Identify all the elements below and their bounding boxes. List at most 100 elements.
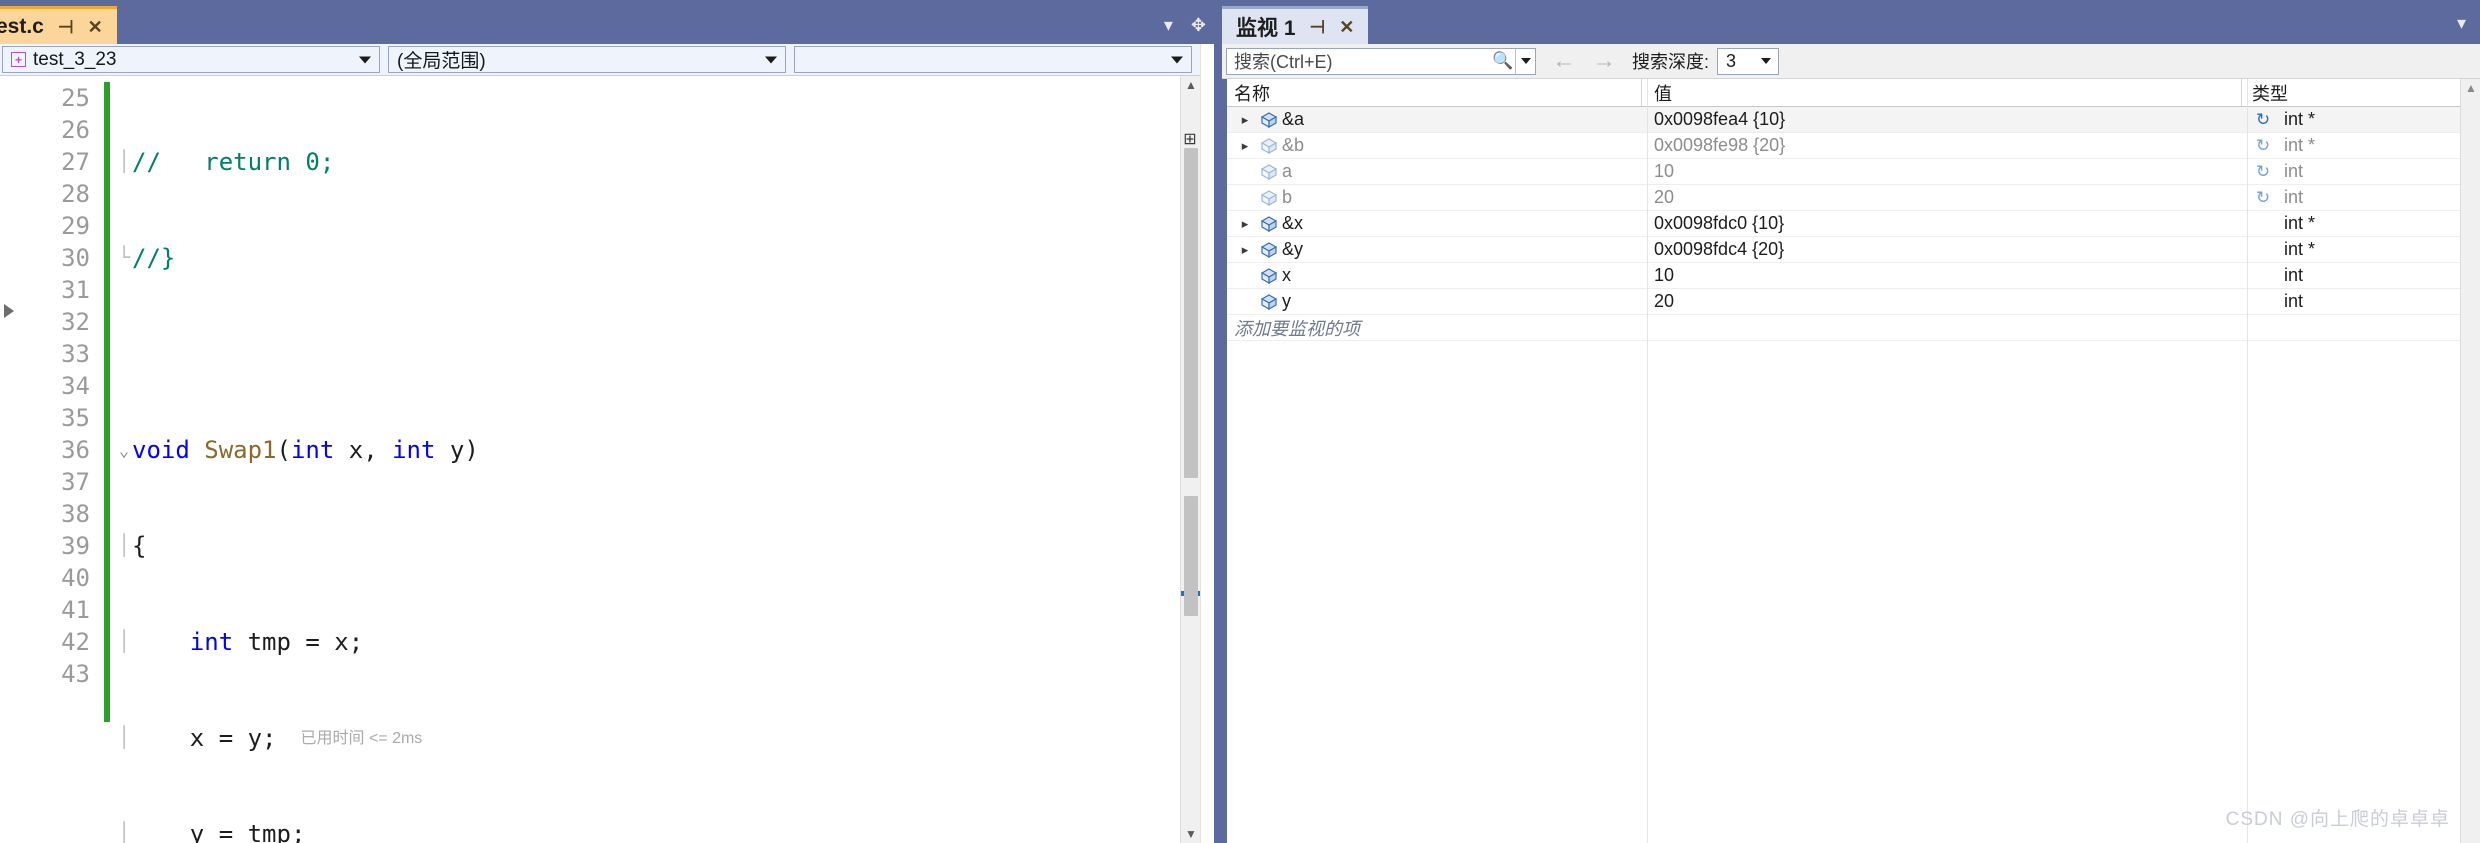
editor-split-handle-icon[interactable]: ⊞ xyxy=(1180,128,1200,150)
pin-icon[interactable]: ⊣ xyxy=(58,18,74,36)
add-watch-row[interactable]: 添加要监视的项 xyxy=(1222,315,2480,341)
watch-tabstrip-controls: ▾ xyxy=(2457,13,2480,44)
variable-name: &y xyxy=(1282,239,1304,259)
chevron-down-icon[interactable]: ▾ xyxy=(1164,16,1173,34)
variable-name: y xyxy=(1282,291,1291,311)
close-icon[interactable]: ✕ xyxy=(88,18,103,36)
column-header-value[interactable]: 值 xyxy=(1654,80,1672,106)
scroll-down-icon[interactable]: ▼ xyxy=(1181,825,1201,843)
editor-vertical-scrollbar[interactable]: ▲ ▼ xyxy=(1180,76,1201,843)
glyph-margin[interactable] xyxy=(0,76,28,843)
column-header-type[interactable]: 类型 xyxy=(2252,80,2288,106)
navbar-member-dropdown[interactable] xyxy=(794,46,1192,73)
table-row[interactable]: a 10 ↻ int xyxy=(1222,159,2480,185)
search-icon[interactable]: 🔍 xyxy=(1491,51,1515,71)
scrollbar-thumb[interactable] xyxy=(1184,148,1198,478)
watch-vertical-scrollbar[interactable]: ▲ xyxy=(2460,79,2480,843)
pane-separator[interactable] xyxy=(1214,0,1222,843)
code-line[interactable]: └//} xyxy=(116,242,1222,274)
code-line[interactable]: │// return 0; xyxy=(116,146,1222,178)
column-header-name[interactable]: 名称 xyxy=(1234,80,1270,106)
scrollbar-thumb-lower[interactable] xyxy=(1184,496,1198,616)
line-number: 42 xyxy=(61,628,90,656)
variable-name: b xyxy=(1282,187,1293,207)
variable-type: int * xyxy=(2284,239,2316,259)
variable-value[interactable]: 0x0098fdc4 {20} xyxy=(1654,239,1784,260)
line-number: 33 xyxy=(61,340,90,368)
search-options-dropdown[interactable] xyxy=(1515,48,1535,74)
fold-toggle-icon[interactable]: ⌄ xyxy=(116,435,132,467)
variable-icon xyxy=(1256,267,1282,284)
variable-icon xyxy=(1256,163,1282,180)
table-row[interactable]: ▸ &y 0x0098fdc4 {20} int * xyxy=(1222,237,2480,263)
gear-icon[interactable]: ✥ xyxy=(1191,16,1206,34)
navbar-project-dropdown[interactable]: + test_3_23 xyxy=(2,46,380,73)
chevron-down-icon xyxy=(1761,58,1772,64)
code-line[interactable] xyxy=(116,338,1222,370)
watch-tabstrip: 监视 1 ⊣ ✕ ▾ xyxy=(1222,0,2480,44)
line-number: 39 xyxy=(61,532,90,560)
table-row[interactable]: ▸ &b 0x0098fe98 {20} ↻ int * xyxy=(1222,133,2480,159)
search-input[interactable]: 搜索(Ctrl+E) 🔍 xyxy=(1226,47,1536,75)
current-statement-arrow-icon xyxy=(4,304,14,318)
close-icon[interactable]: ✕ xyxy=(1339,18,1354,36)
arrow-right-icon[interactable]: → xyxy=(1592,47,1616,75)
variable-value[interactable]: 0x0098fdc0 {10} xyxy=(1654,213,1784,234)
line-number: 28 xyxy=(61,180,90,208)
variable-value[interactable]: 20 xyxy=(1654,291,1674,312)
pin-icon[interactable]: ⊣ xyxy=(1310,18,1326,36)
scroll-up-icon[interactable]: ▲ xyxy=(1181,76,1201,94)
expand-toggle-icon[interactable]: ▸ xyxy=(1234,242,1256,258)
variable-value[interactable]: 0x0098fea4 {10} xyxy=(1654,109,1785,130)
scroll-up-icon[interactable]: ▲ xyxy=(2461,79,2480,97)
editor-tabstrip: est.c ⊣ ✕ ▾ ✥ xyxy=(0,0,1222,44)
variable-icon xyxy=(1256,215,1282,232)
line-number: 36 xyxy=(61,436,90,464)
variable-type: int * xyxy=(2284,135,2316,155)
refresh-icon[interactable]: ↻ xyxy=(2252,188,2274,208)
variable-name: &x xyxy=(1282,213,1304,233)
refresh-icon[interactable]: ↻ xyxy=(2252,136,2274,156)
variable-value[interactable]: 0x0098fe98 {20} xyxy=(1654,135,1785,156)
table-row[interactable]: x 10 int xyxy=(1222,263,2480,289)
search-depth-input[interactable]: 3 xyxy=(1717,47,1780,75)
code-line[interactable]: │ y = tmp; xyxy=(116,818,1222,843)
chevron-down-icon[interactable]: ▾ xyxy=(2457,13,2466,33)
code-line[interactable]: │ int tmp = x; xyxy=(116,626,1222,658)
code-line[interactable]: │{ xyxy=(116,530,1222,562)
editor-navigation-bar: + test_3_23 (全局范围) ⊣ xyxy=(0,44,1222,76)
variable-type: int xyxy=(2284,187,2304,207)
watch-variables-grid[interactable]: 名称 值 类型 ▸ &a 0x0098fea4 {10} ↻ int * ▸ &… xyxy=(1222,78,2480,843)
table-row[interactable]: b 20 ↻ int xyxy=(1222,185,2480,211)
expand-toggle-icon[interactable]: ▸ xyxy=(1234,112,1256,128)
code-text-area[interactable]: │// return 0; └//} ⌄ void Swap1(int x, in… xyxy=(110,76,1222,843)
table-row[interactable]: ▸ &x 0x0098fdc0 {10} int * xyxy=(1222,211,2480,237)
variable-icon xyxy=(1256,293,1282,310)
code-editor[interactable]: 25 26 27 28 29 30 31 32 33 34 35 36 37 3… xyxy=(0,76,1222,843)
code-line[interactable]: ⌄ void Swap1(int x, int y) xyxy=(116,434,1222,466)
variable-value[interactable]: 20 xyxy=(1654,187,1674,208)
variable-value[interactable]: 10 xyxy=(1654,161,1674,182)
code-line[interactable]: │ x = y; 已用时间 <= 2ms xyxy=(116,722,1222,754)
variable-value[interactable]: 10 xyxy=(1654,265,1674,286)
navbar-scope-dropdown[interactable]: (全局范围) xyxy=(388,46,786,73)
variable-type: int xyxy=(2284,161,2304,181)
editor-tab-testc[interactable]: est.c ⊣ ✕ xyxy=(0,6,117,44)
search-placeholder: 搜索(Ctrl+E) xyxy=(1234,52,1333,72)
add-watch-placeholder: 添加要监视的项 xyxy=(1234,318,1360,339)
table-row[interactable]: y 20 int xyxy=(1222,289,2480,315)
expand-toggle-icon[interactable]: ▸ xyxy=(1234,216,1256,232)
refresh-icon[interactable]: ↻ xyxy=(2252,110,2274,130)
line-number: 30 xyxy=(61,244,90,272)
expand-toggle-icon[interactable]: ▸ xyxy=(1234,138,1256,154)
elapsed-time-annotation: 已用时间 <= 2ms xyxy=(300,730,423,747)
arrow-left-icon[interactable]: ← xyxy=(1552,47,1576,75)
line-number: 29 xyxy=(61,212,90,240)
watch-tab-watch1[interactable]: 监视 1 ⊣ ✕ xyxy=(1222,6,1369,44)
table-row[interactable]: ▸ &a 0x0098fea4 {10} ↻ int * xyxy=(1222,107,2480,133)
line-number: 34 xyxy=(61,372,90,400)
refresh-icon[interactable]: ↻ xyxy=(2252,162,2274,182)
variable-type: int xyxy=(2284,291,2304,311)
line-number: 41 xyxy=(61,596,90,624)
line-number: 31 xyxy=(61,276,90,304)
